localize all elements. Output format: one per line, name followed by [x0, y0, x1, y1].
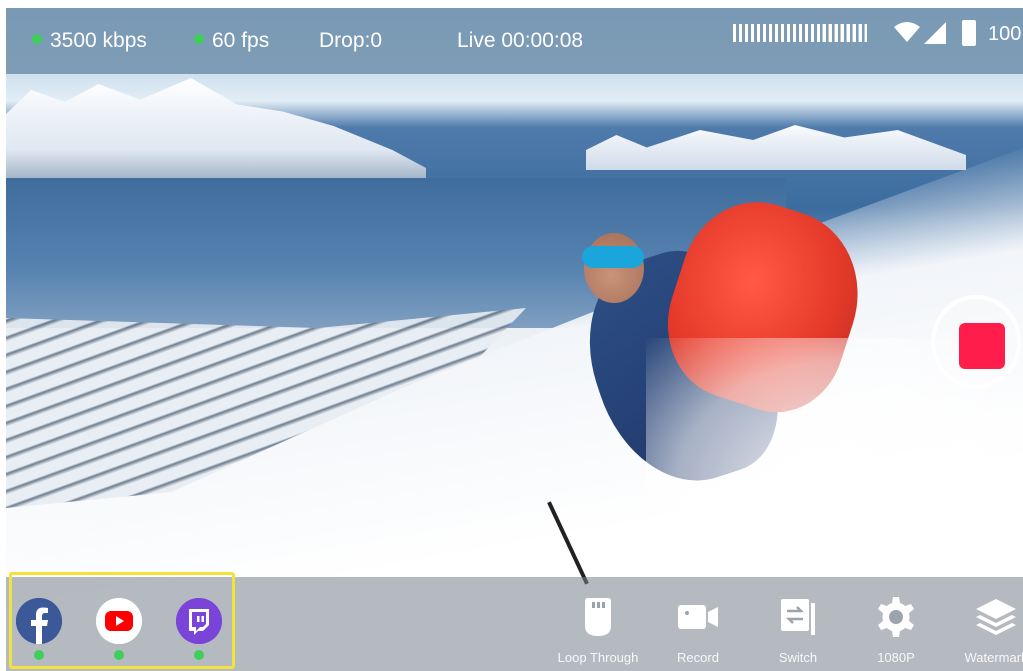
twitch-icon — [176, 598, 222, 644]
fps-text: 60 fps — [212, 29, 270, 52]
bitrate-text: 3500 kbps — [50, 29, 147, 52]
signal-icon — [924, 22, 946, 44]
bitrate-status-dot — [32, 34, 42, 45]
battery-icon — [962, 20, 976, 46]
resolution-label: 1080P — [877, 650, 915, 665]
video-camera-icon — [678, 605, 718, 629]
twitch-status-dot — [194, 650, 204, 660]
fps-status: 60 fps — [194, 29, 269, 53]
battery-level: 100 — [988, 23, 1022, 45]
fps-status-dot — [194, 34, 204, 45]
loop-through-label: Loop Through — [557, 650, 639, 665]
loop-through-button[interactable]: Loop Through — [548, 596, 648, 665]
youtube-status-dot — [114, 650, 124, 660]
audio-level-meter-dim — [822, 24, 867, 42]
switch-icon — [781, 599, 815, 635]
switch-label: Switch — [778, 650, 818, 665]
stop-record-button[interactable] — [931, 295, 1021, 389]
facebook-status-dot — [34, 650, 44, 660]
bitrate-status: 3500 kbps — [32, 29, 147, 53]
switch-button[interactable]: Switch — [748, 596, 848, 665]
stop-square-icon — [959, 323, 1005, 369]
skier-headband — [582, 246, 644, 268]
layers-icon — [976, 599, 1016, 635]
record-label: Record — [677, 650, 719, 665]
youtube-button[interactable] — [96, 598, 142, 644]
facebook-icon — [16, 598, 62, 644]
mountain-right — [586, 125, 966, 170]
gear-icon — [878, 597, 914, 637]
wifi-icon — [894, 22, 920, 42]
skier-head — [584, 233, 644, 303]
status-bar: 3500 kbps 60 fps Drop:0 Live 00:00:08 — [6, 8, 1023, 74]
twitch-button[interactable] — [176, 598, 222, 644]
resolution-button[interactable]: 1080P — [846, 596, 946, 665]
sd-card-icon — [585, 598, 611, 636]
drop-text: Drop:0 — [319, 29, 383, 52]
youtube-icon — [96, 598, 142, 644]
live-timer: Live 00:00:08 — [457, 29, 584, 52]
watermark-button[interactable]: Watermark — [946, 596, 1023, 665]
watermark-label: Watermark — [964, 650, 1023, 665]
facebook-button[interactable] — [16, 598, 62, 644]
record-button[interactable]: Record — [648, 596, 748, 665]
